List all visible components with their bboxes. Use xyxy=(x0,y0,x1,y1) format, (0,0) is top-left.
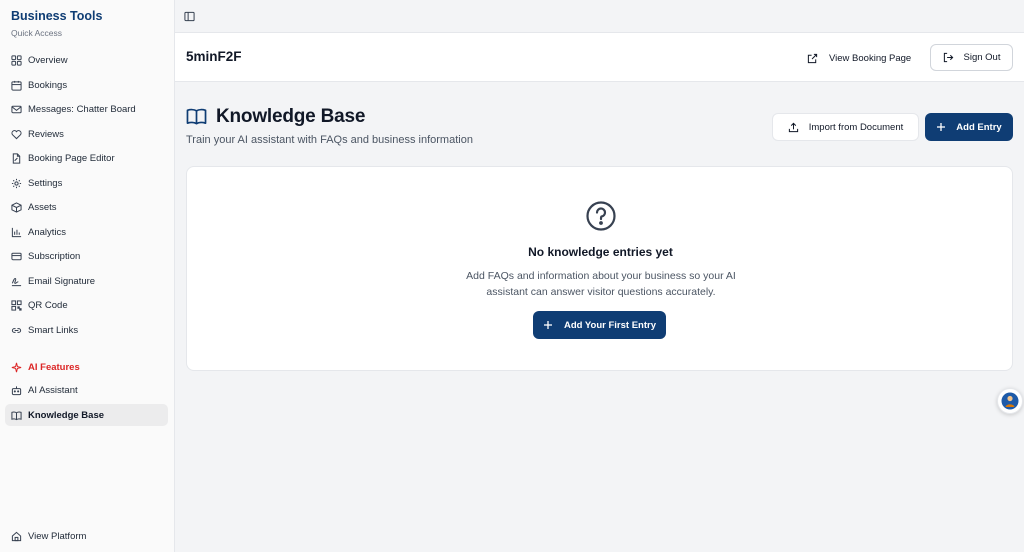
sidebar-item-booking-page-editor[interactable]: Booking Page Editor xyxy=(5,147,168,169)
sidebar-item-label: Smart Links xyxy=(28,324,79,336)
sign-out-button[interactable]: Sign Out xyxy=(930,44,1013,71)
sidebar-item-knowledge-base[interactable]: Knowledge Base xyxy=(5,404,168,426)
floating-assistant-button[interactable] xyxy=(997,388,1023,414)
sidebar-item-label: View Platform xyxy=(28,530,87,542)
upload-icon xyxy=(788,122,799,133)
ai-features-section-label: AI Features xyxy=(11,362,80,373)
sidebar-item-label: QR Code xyxy=(28,299,68,311)
box-icon xyxy=(11,201,22,213)
empty-state-title: No knowledge entries yet xyxy=(528,245,673,259)
sidebar-item-label: Settings xyxy=(28,177,63,189)
sidebar-item-messages[interactable]: Messages: Chatter Board xyxy=(5,98,168,120)
home-icon xyxy=(11,531,22,542)
assistant-avatar-icon xyxy=(1001,392,1019,410)
page-subtitle: Train your AI assistant with FAQs and bu… xyxy=(186,134,473,146)
sidebar-item-label: Email Signature xyxy=(28,275,96,287)
heart-icon xyxy=(11,129,22,140)
sidebar-item-overview[interactable]: Overview xyxy=(5,49,168,71)
sidebar-item-reviews[interactable]: Reviews xyxy=(5,123,168,145)
plus-icon xyxy=(543,320,553,330)
business-name: 5minF2F xyxy=(186,49,242,64)
calendar-icon xyxy=(11,80,22,91)
sidebar-item-label: Analytics xyxy=(28,226,67,238)
sidebar-item-view-platform[interactable]: View Platform xyxy=(5,525,168,547)
sidebar-item-label: Bookings xyxy=(28,79,68,91)
bar-chart-icon xyxy=(11,227,22,238)
log-out-icon xyxy=(943,52,954,63)
link-icon xyxy=(11,325,22,336)
sidebar-item-subscription[interactable]: Subscription xyxy=(5,245,168,267)
sidebar-item-label: AI Assistant xyxy=(28,384,78,396)
view-booking-page-link[interactable]: View Booking Page xyxy=(807,49,911,67)
book-icon xyxy=(11,410,22,421)
sidebar-item-assets[interactable]: Assets xyxy=(5,196,168,218)
sidebar-item-ai-assistant[interactable]: AI Assistant xyxy=(5,379,168,401)
sidebar-item-qr-code[interactable]: QR Code xyxy=(5,294,168,316)
signature-icon xyxy=(11,276,22,287)
sidebar-item-label: Messages: Chatter Board xyxy=(28,103,136,115)
sidebar-item-analytics[interactable]: Analytics xyxy=(5,221,168,243)
credit-card-icon xyxy=(11,251,22,262)
sidebar-item-settings[interactable]: Settings xyxy=(5,172,168,194)
plus-icon xyxy=(936,122,946,132)
top-header: 5minF2F View Booking Page Sign Out xyxy=(175,32,1024,82)
sidebar-item-smart-links[interactable]: Smart Links xyxy=(5,319,168,341)
empty-state-description: Add FAQs and information about your busi… xyxy=(466,270,736,298)
book-open-icon xyxy=(186,107,207,126)
qr-code-icon xyxy=(11,299,22,311)
page-title: Knowledge Base xyxy=(216,106,366,127)
sidebar-item-label: Knowledge Base xyxy=(28,409,105,421)
grid-icon xyxy=(11,54,22,66)
brand-title: Business Tools xyxy=(11,9,103,23)
file-edit-icon xyxy=(11,152,22,164)
external-link-icon xyxy=(807,53,818,64)
help-circle-icon xyxy=(585,200,617,232)
sidebar-item-label: Overview xyxy=(28,54,68,66)
brand-subtitle: Quick Access xyxy=(11,28,63,38)
sidebar-item-label: Reviews xyxy=(28,128,64,140)
sidebar-item-bookings[interactable]: Bookings xyxy=(5,74,168,96)
sidebar-item-email-signature[interactable]: Email Signature xyxy=(5,270,168,292)
empty-state-card: No knowledge entries yet Add FAQs and in… xyxy=(186,166,1013,371)
add-first-entry-button[interactable]: Add Your First Entry xyxy=(533,311,666,339)
sidebar-item-label: Subscription xyxy=(28,250,81,262)
panel-left-icon xyxy=(184,11,195,22)
mail-icon xyxy=(11,104,22,115)
sidebar: Business Tools Quick Access Overview Boo… xyxy=(0,0,175,552)
sparkle-icon xyxy=(11,362,22,373)
add-entry-button[interactable]: Add Entry xyxy=(925,113,1013,141)
gear-icon xyxy=(11,178,22,189)
sidebar-item-label: Assets xyxy=(28,201,57,213)
sidebar-toggle-button[interactable] xyxy=(182,9,197,24)
sidebar-item-label: Booking Page Editor xyxy=(28,152,115,164)
bot-icon xyxy=(11,385,22,396)
import-from-document-button[interactable]: Import from Document xyxy=(772,113,919,141)
